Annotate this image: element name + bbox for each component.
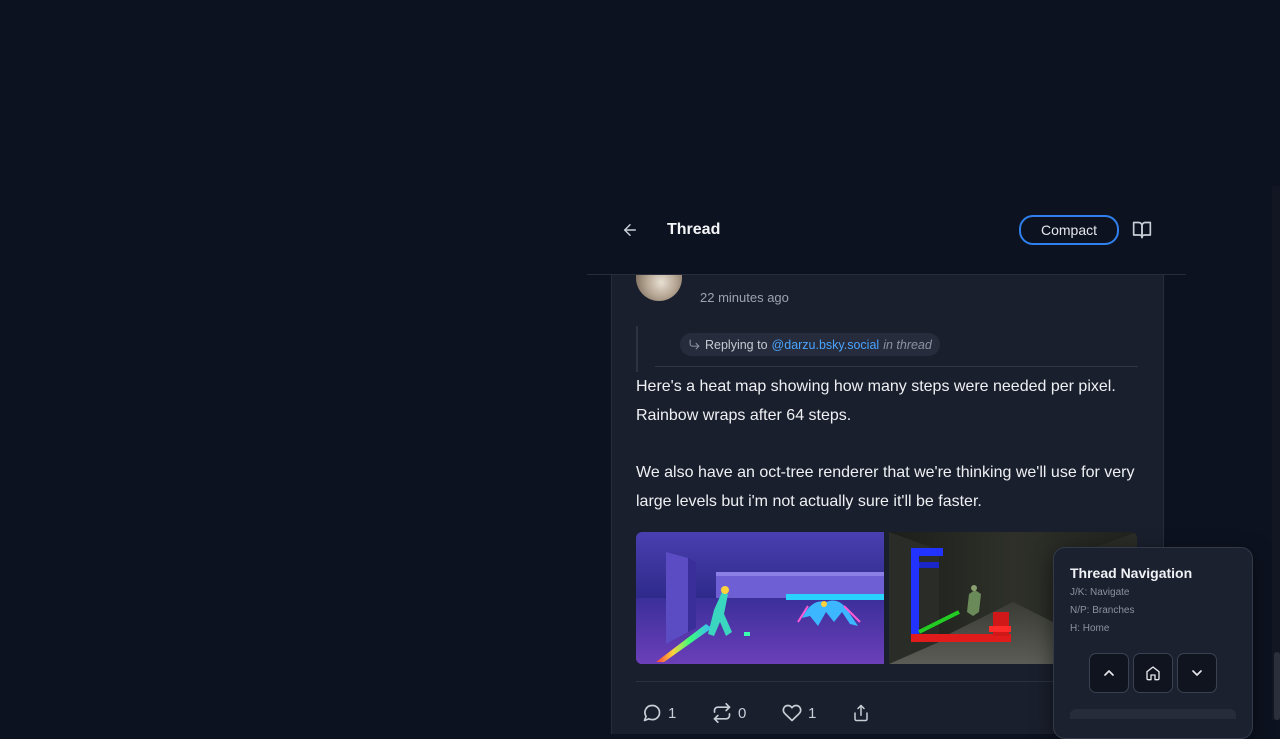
chevron-down-icon [1192,670,1202,676]
home-icon [1146,666,1160,681]
reply-count: 1 [668,704,677,722]
reply-button[interactable]: 1 [642,703,676,723]
reader-mode-button[interactable] [1131,220,1153,240]
arrow-left-icon [624,224,636,236]
corner-down-right-icon [689,339,700,350]
post-paragraph: Here's a heat map showing how many steps… [636,378,1116,424]
comment-icon [643,704,661,722]
repost-icon [713,703,731,723]
post-paragraph: We also have an oct-tree renderer that w… [636,464,1135,510]
nav-down-button[interactable] [1177,653,1217,693]
reply-context: Replying to @darzu.bsky.social in thread [680,333,940,356]
nav-up-button[interactable] [1089,653,1129,693]
nav-home-button[interactable] [1133,653,1173,693]
post-timestamp[interactable]: 22 minutes ago [700,290,789,305]
reply-context-label: in thread [883,337,932,352]
like-count: 1 [808,704,817,722]
thread-navigation-panel: Thread Navigation J/K: Navigate N/P: Bra… [1053,547,1253,739]
reply-handle-link[interactable]: @darzu.bsky.social [772,338,880,352]
repost-count: 0 [738,704,747,722]
post-body: Here's a heat map showing how many steps… [636,373,1136,516]
post-image-heatmap[interactable] [636,532,884,664]
like-button[interactable]: 1 [782,703,816,723]
divider [655,366,1138,367]
chevron-up-icon [1104,670,1114,676]
book-open-icon [1132,221,1152,239]
thread-header: Thread Compact [587,186,1186,275]
scrollbar-track[interactable] [1272,186,1280,720]
nav-hint-branches: N/P: Branches [1070,605,1135,616]
nav-panel-title: Thread Navigation [1070,565,1193,581]
share-icon [854,704,868,722]
nav-hint-home: H: Home [1070,623,1110,634]
nav-panel-footer [1070,709,1236,719]
nav-hint-navigate: J/K: Navigate [1070,587,1130,598]
scrollbar-thumb[interactable] [1274,652,1280,720]
compact-toggle-button[interactable]: Compact [1019,215,1119,245]
repost-button[interactable]: 0 [712,703,746,723]
back-button[interactable] [617,219,643,241]
thread-line [636,326,638,372]
heart-icon [782,704,802,722]
reply-prefix: Replying to [705,337,768,352]
page-title: Thread [667,221,721,238]
share-button[interactable] [852,703,870,723]
